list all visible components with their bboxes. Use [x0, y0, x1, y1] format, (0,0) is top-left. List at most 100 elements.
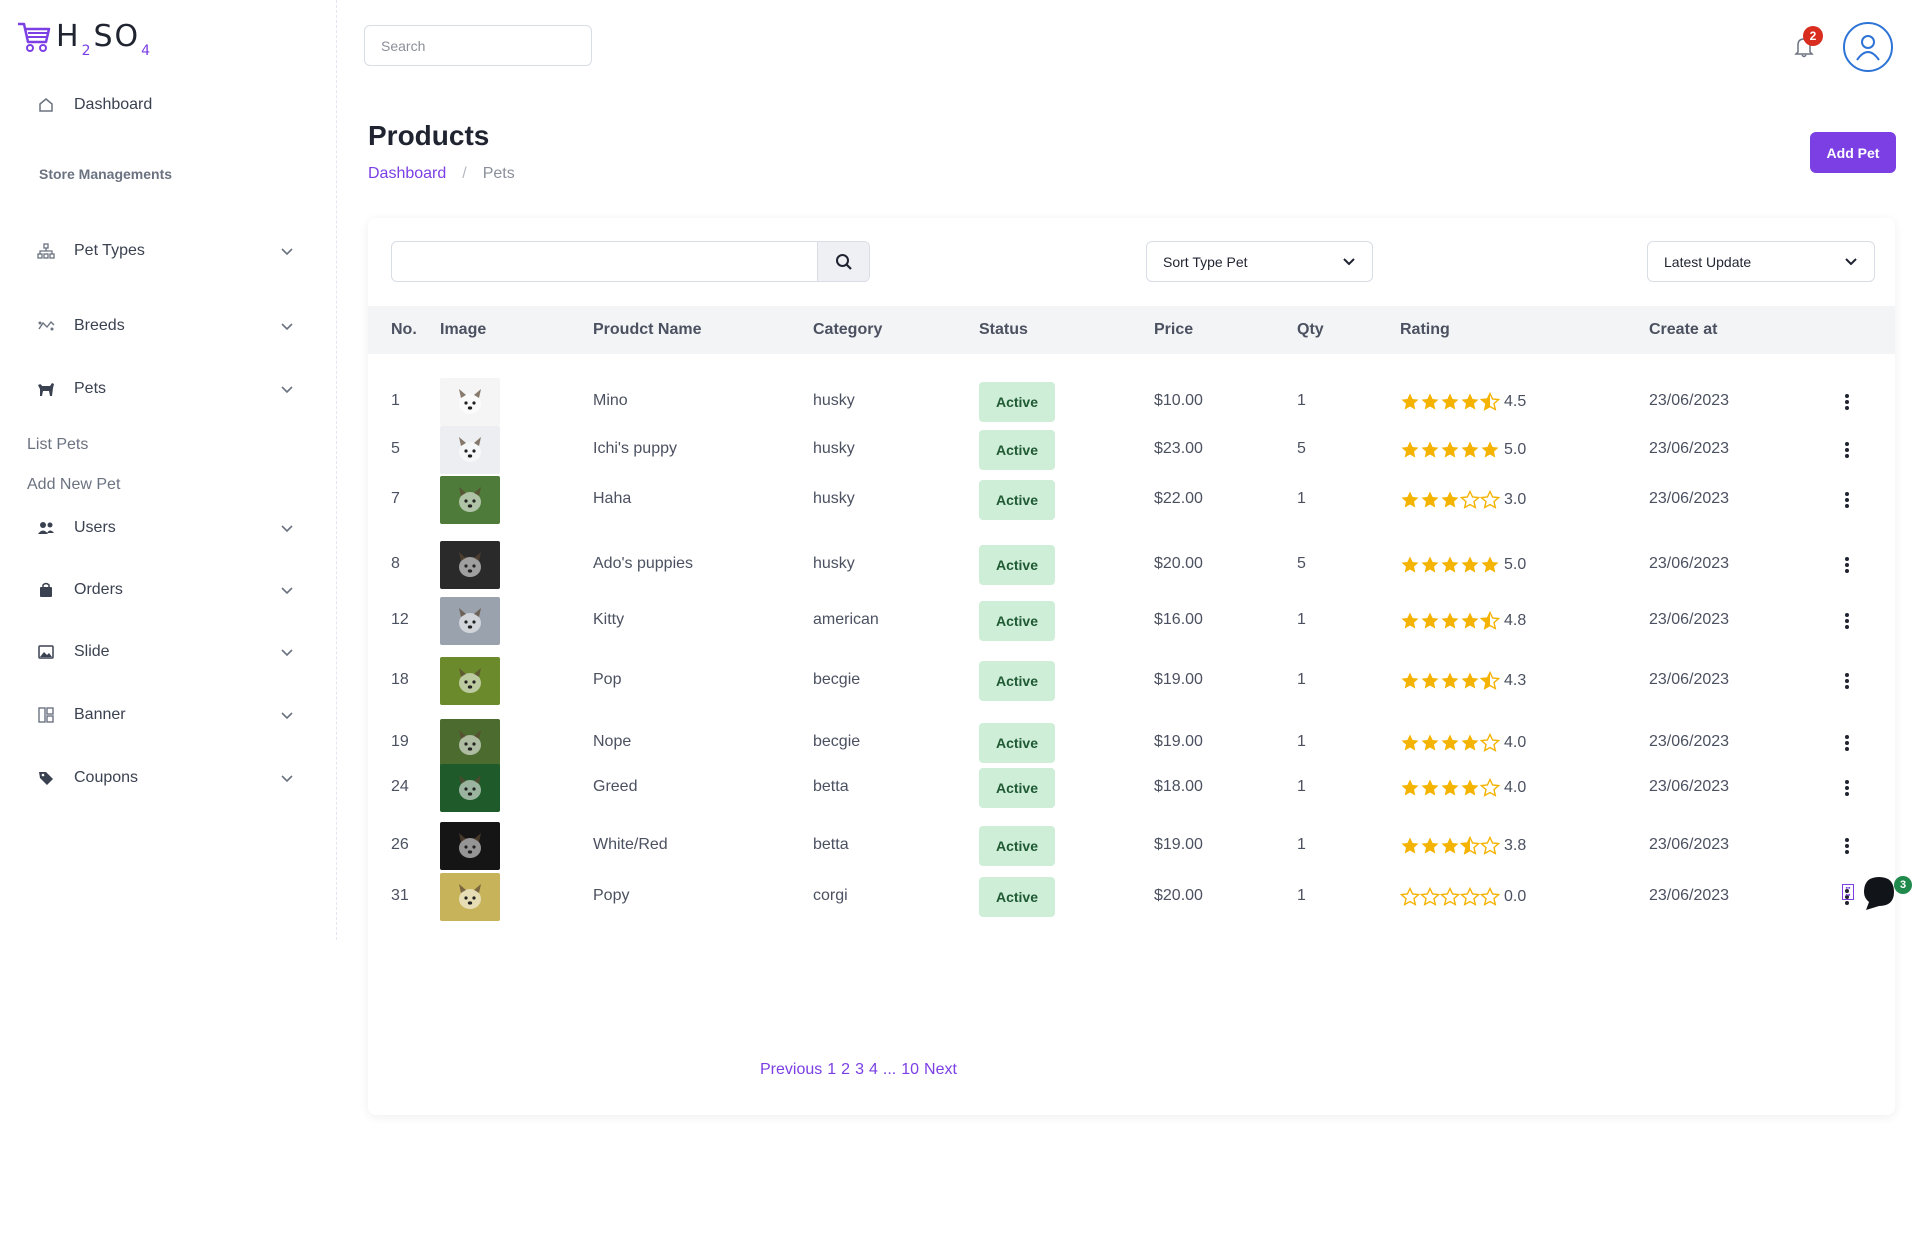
rating-value: 3.8	[1504, 837, 1527, 854]
pagination-page[interactable]: 2	[841, 1061, 850, 1079]
star-full-icon	[1461, 779, 1479, 796]
sidebar-subitem-list-pets[interactable]: List Pets	[27, 436, 88, 454]
rating-stars: 4.3	[1400, 671, 1526, 691]
rating-value: 4.3	[1504, 672, 1527, 689]
more-actions-icon[interactable]	[1844, 837, 1850, 855]
star-full-icon	[1441, 556, 1459, 573]
sort-type-select[interactable]: Sort Type Pet	[1146, 241, 1373, 282]
sidebar-item-pet-types[interactable]: Pet Types	[36, 234, 296, 268]
more-actions-icon[interactable]	[1844, 672, 1850, 690]
cell-created: 23/06/2023	[1649, 490, 1730, 507]
rating-stars: 4.0	[1400, 733, 1526, 753]
pagination-page[interactable]: 4	[869, 1061, 878, 1079]
sidebar: H 2 S O 4 Dashboard Store Managements Pe…	[0, 0, 337, 940]
cell-qty: 5	[1297, 440, 1306, 457]
cell-created: 23/06/2023	[1649, 555, 1730, 572]
breadcrumb-dashboard-link[interactable]: Dashboard	[368, 165, 446, 183]
brand-sub-2: 2	[81, 43, 93, 59]
pagination-page[interactable]: 3	[855, 1061, 864, 1079]
chevron-down-icon	[281, 649, 293, 657]
pagination-page[interactable]: 10	[901, 1061, 919, 1079]
global-search-input[interactable]: Search	[364, 25, 592, 66]
pet-image-icon	[459, 668, 481, 693]
pagination-next[interactable]: Next	[924, 1061, 957, 1079]
more-actions-icon[interactable]	[1844, 779, 1850, 797]
sidebar-item-label: Slide	[74, 643, 110, 660]
brand-letter-o: O	[114, 19, 141, 54]
chat-icon[interactable]	[1860, 874, 1898, 912]
sidebar-item-breeds[interactable]: Breeds	[36, 309, 296, 343]
sidebar-subitem-add-new-pet[interactable]: Add New Pet	[27, 476, 120, 494]
brand-name: H 2 S O 4	[56, 19, 153, 60]
sidebar-item-label: Dashboard	[74, 96, 153, 113]
sidebar-item-users[interactable]: Users	[36, 511, 296, 545]
table-row: 31 Popy corgi $20.00 1 23/06/2023 Active 0.0	[368, 873, 1895, 921]
cell-price: $18.00	[1154, 778, 1203, 795]
sidebar-item-slide[interactable]: Slide	[36, 635, 296, 669]
cell-category: betta	[813, 778, 849, 795]
cell-price: $20.00	[1154, 555, 1203, 572]
brand-logo[interactable]: H 2 S O 4	[16, 20, 153, 60]
star-empty-icon	[1460, 490, 1480, 509]
sidebar-item-dashboard[interactable]: Dashboard	[36, 88, 296, 122]
add-pet-button[interactable]: Add Pet	[1810, 132, 1896, 173]
rating-value: 4.0	[1504, 734, 1527, 751]
status-badge: Active	[979, 768, 1055, 808]
pet-thumbnail	[440, 597, 500, 645]
rating-stars: 3.0	[1400, 490, 1526, 510]
cell-product-name: White/Red	[593, 836, 668, 853]
cell-price: $19.00	[1154, 671, 1203, 688]
star-full-icon	[1461, 612, 1479, 629]
more-actions-icon[interactable]	[1844, 441, 1850, 459]
sidebar-item-banner[interactable]: Banner	[36, 698, 296, 732]
rating-value: 3.0	[1504, 491, 1527, 508]
pagination-previous[interactable]: Previous	[760, 1061, 822, 1079]
breadcrumb-current: Pets	[482, 165, 515, 182]
pet-thumbnail	[440, 476, 500, 524]
table-row: 12 Kitty american $16.00 1 23/06/2023 Active 4…	[368, 595, 1895, 647]
column-header-rating: Rating	[1400, 321, 1450, 338]
pet-thumbnail	[440, 719, 500, 767]
table-search-input[interactable]	[392, 242, 817, 281]
sort-order-value: Latest Update	[1664, 254, 1752, 270]
table-search-button[interactable]	[817, 242, 869, 281]
star-full-icon	[1441, 393, 1459, 410]
pagination: Previous 1 2 3 4 ... 10 Next	[760, 1061, 957, 1079]
search-icon	[835, 253, 852, 270]
star-half-icon	[1480, 611, 1500, 630]
cell-product-name: Haha	[593, 490, 632, 507]
pagination-ellipsis: ...	[882, 1061, 897, 1078]
more-actions-icon[interactable]	[1844, 612, 1850, 630]
pagination-page[interactable]: 1	[827, 1061, 836, 1079]
column-header-price: Price	[1154, 321, 1194, 338]
star-full-icon	[1421, 779, 1439, 796]
more-actions-icon[interactable]	[1844, 734, 1850, 752]
more-actions-icon[interactable]	[1844, 556, 1850, 574]
pet-image-icon	[459, 608, 481, 633]
more-actions-icon[interactable]	[1844, 393, 1850, 411]
cell-qty: 1	[1297, 733, 1306, 750]
star-full-icon	[1461, 672, 1479, 689]
table-header: No. Image Proudct Name Category Status P…	[368, 306, 1895, 354]
user-avatar[interactable]	[1843, 22, 1893, 72]
grid-icon[interactable]: ▪▪ ▪▪	[1842, 884, 1854, 900]
cell-created: 23/06/2023	[1649, 778, 1730, 795]
sidebar-item-label: Pet Types	[74, 242, 145, 259]
cell-category: american	[813, 611, 879, 628]
sidebar-item-orders[interactable]: Orders	[36, 573, 296, 607]
status-badge: Active	[979, 382, 1055, 422]
cell-no: 18	[391, 671, 409, 688]
more-actions-icon[interactable]	[1844, 491, 1850, 509]
pet-image-icon	[459, 775, 481, 800]
cell-qty: 1	[1297, 490, 1306, 507]
column-header-status: Status	[979, 321, 1028, 338]
chevron-down-icon	[1343, 258, 1355, 266]
layout-icon	[36, 705, 56, 725]
chevron-down-icon	[1845, 258, 1857, 266]
sort-order-select[interactable]: Latest Update	[1647, 241, 1875, 282]
sidebar-item-coupons[interactable]: Coupons	[36, 761, 296, 795]
cell-created: 23/06/2023	[1649, 440, 1730, 457]
sidebar-item-pets[interactable]: Pets	[36, 372, 296, 406]
cell-category: betta	[813, 836, 849, 853]
star-empty-icon	[1480, 490, 1500, 509]
